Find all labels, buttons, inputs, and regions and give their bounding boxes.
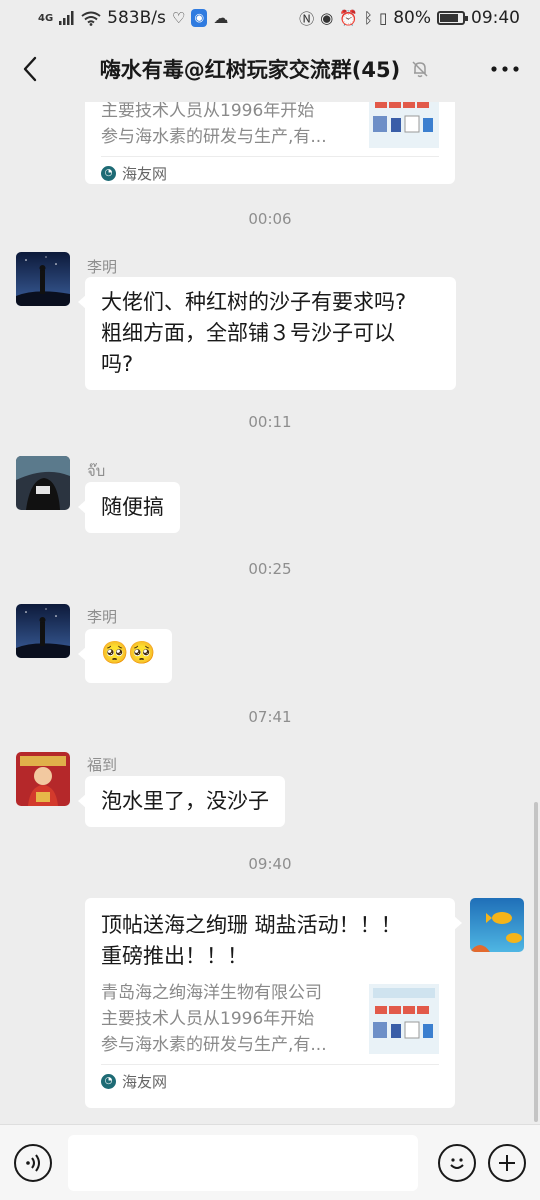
chevron-left-icon [23,56,37,82]
message-input[interactable] [68,1134,418,1191]
battery-percent: 80% [393,8,431,28]
card-desc-line: 主要技术人员从1996年开始 [101,102,315,121]
wifi-icon [81,11,101,26]
message-bubble[interactable]: 泡水里了，没沙子 [78,776,285,827]
link-card-top[interactable]: 主要技术人员从1996年开始 参与海水素的研发与生产,有... ◔ 海友网 [85,102,455,184]
sender-name: 李明 [87,608,118,626]
chat-header: 嗨水有毒@红树玩家交流群(45) [0,36,540,102]
emoji-pleading-icon: 🥺🥺 [101,641,156,666]
status-left: 4G 583B/s ♡ ◉ ☁ [38,8,228,28]
avatar-fish [470,898,524,952]
message-text-line: 大佬们、种红树的沙子有要求吗? [101,290,407,314]
avatar[interactable] [16,252,70,306]
card-description: 青岛海之绚海洋生物有限公司 主要技术人员从1996年开始 参与海水素的研发与生产… [101,980,359,1058]
card-desc-line: 参与海水素的研发与生产,有... [101,127,327,147]
sender-name: 福到 [87,756,118,774]
more-icon [491,66,519,72]
battery-fill [440,14,458,22]
smiley-icon [450,1157,464,1169]
my-avatar[interactable] [470,898,524,952]
message-bubble[interactable]: 🥺🥺 [78,629,172,683]
card-title-line: 重磅推出！！！ [101,944,248,968]
vibrate-icon: ▯ [378,9,388,27]
card-body: 主要技术人员从1996年开始 参与海水素的研发与生产,有... [101,102,439,150]
scrollbar[interactable] [534,802,538,1122]
voice-button[interactable] [14,1143,52,1182]
bluetooth-icon: ᛒ [363,9,373,27]
clock: 09:40 [471,8,520,28]
timestamp: 00:25 [248,560,292,578]
card-desc-line: 参与海水素的研发与生产,有... [101,1035,327,1055]
eye-icon: ◉ [320,9,334,27]
avatar[interactable] [16,604,70,658]
avatar-night-sky [16,604,70,658]
card-thumbnail [369,102,439,148]
avatar[interactable] [16,752,70,806]
card-source-label: 海友网 [122,164,168,183]
chat-message-list[interactable]: 主要技术人员从1996年开始 参与海水素的研发与生产,有... ◔ 海友网 00… [0,102,540,1124]
message-text: 随便搞 [101,495,164,519]
add-button[interactable] [488,1143,526,1182]
network-speed: 583B/s [107,8,166,28]
emoji-button[interactable] [438,1143,476,1182]
card-title-line: 顶帖送海之绚珊 瑚盐活动！！！ [101,913,402,937]
source-logo-icon: ◔ [101,165,116,181]
message-bubble[interactable]: 随便搞 [78,482,180,533]
cloud-icon: ☁ [213,9,229,27]
link-card-message[interactable]: 顶帖送海之绚珊 瑚盐活动！！！ 重磅推出！！！ 青岛海之绚海洋生物有限公司 主要… [85,898,462,1108]
signal-icon [59,11,74,25]
card-description: 主要技术人员从1996年开始 参与海水素的研发与生产,有... [101,102,359,150]
chat-title-area[interactable]: 嗨水有毒@红树玩家交流群(45) [60,54,470,84]
status-bar: 4G 583B/s ♡ ◉ ☁ Ⓝ ◉ ⏰ ᛒ ▯ 80% 09:40 [0,0,540,36]
timestamp: 09:40 [248,855,292,873]
message-text: 泡水里了，没沙子 [101,789,269,813]
alarm-icon: ⏰ [339,9,358,27]
chat-title: 嗨水有毒@红树玩家交流群(45) [99,58,401,82]
source-logo-icon: ◔ [101,1073,116,1089]
app-notification-icon: ◉ [191,9,208,27]
nfc-icon: Ⓝ [299,9,315,28]
network-type: 4G [38,12,54,24]
product-image [369,984,439,1054]
heart-monitor-icon: ♡ [171,9,186,27]
message-text-line: 吗? [101,352,134,376]
more-button[interactable] [470,36,540,102]
timestamp: 07:41 [248,708,292,726]
plus-icon [499,1154,515,1171]
card-desc-line: 主要技术人员从1996年开始 [101,1009,315,1029]
battery-icon [437,11,468,25]
card-source: ◔ 海友网 [101,1065,439,1097]
product-image [369,102,439,148]
card-title: 顶帖送海之绚珊 瑚盐活动！！！ 重磅推出！！！ [101,910,439,972]
status-right: Ⓝ ◉ ⏰ ᛒ ▯ 80% 09:40 [299,8,520,29]
message-input-bar [0,1124,540,1200]
card-thumbnail [369,984,439,1054]
bell-off-icon [412,61,428,78]
message-bubble[interactable]: 大佬们、种红树的沙子有要求吗? 粗细方面，全部铺３号沙子可以 吗? [78,277,456,390]
timestamp: 00:06 [248,210,292,228]
voice-icon [26,1153,40,1172]
sender-name: จ๊บ [87,462,106,480]
sender-name: 李明 [87,258,118,276]
card-desc-line: 青岛海之绚海洋生物有限公司 [101,983,322,1003]
avatar[interactable] [16,456,70,510]
avatar-night-sky [16,252,70,306]
timestamp: 00:11 [248,413,292,431]
card-source: ◔ 海友网 [101,157,439,189]
card-body: 青岛海之绚海洋生物有限公司 主要技术人员从1996年开始 参与海水素的研发与生产… [101,980,439,1058]
card-source-label: 海友网 [122,1072,168,1091]
message-text-line: 粗细方面，全部铺３号沙子可以 [101,321,395,345]
back-button[interactable] [0,36,60,102]
avatar-fortune-god [16,752,70,806]
avatar-dark-photo [16,456,70,510]
